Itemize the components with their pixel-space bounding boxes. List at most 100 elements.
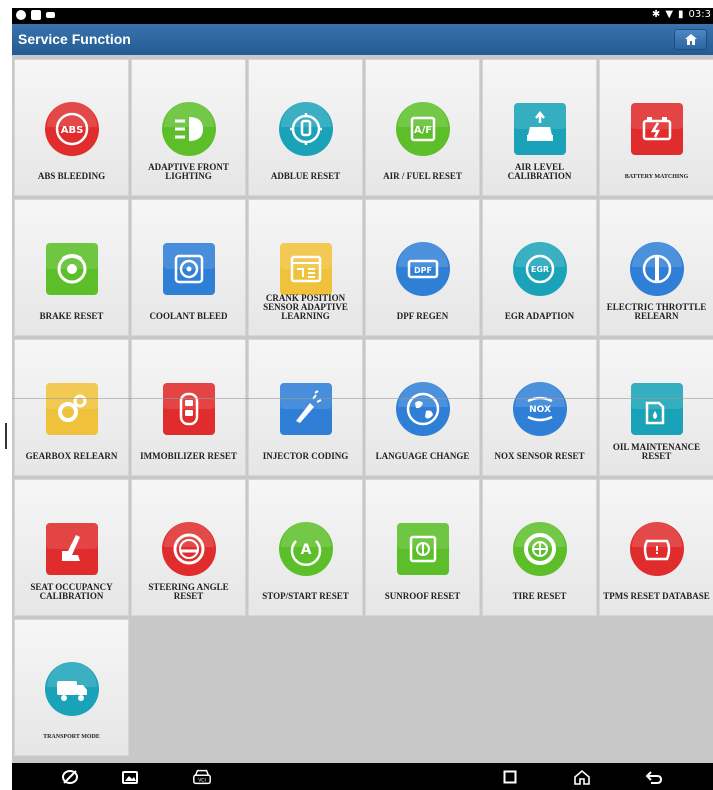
function-tile-label: ELECTRIC THROTTLE RELEARN xyxy=(606,302,707,321)
function-tile-label: DPF REGEN xyxy=(396,311,449,321)
svg-text:A/F: A/F xyxy=(413,125,431,136)
dpf-icon: DPF xyxy=(395,241,451,297)
oil-can-icon xyxy=(629,381,685,437)
function-tile-label: CRANK POSITION SENSOR ADAPTIVE LEARNING xyxy=(263,293,348,321)
back-button[interactable] xyxy=(644,768,664,786)
vci-icon: VCI xyxy=(193,769,211,785)
function-tile-injector[interactable]: INJECTOR CODING xyxy=(248,339,363,476)
function-tile-abs[interactable]: ABS ABS BLEEDING xyxy=(14,59,129,196)
svg-text:DPF: DPF xyxy=(414,266,432,275)
battery-status-icon: ▮ xyxy=(678,9,684,20)
function-tile-label: SEAT OCCUPANCY CALIBRATION xyxy=(30,582,113,601)
function-tile-label: AIR LEVEL CALIBRATION xyxy=(507,162,572,181)
function-tile-label: IMMOBILIZER RESET xyxy=(140,451,237,461)
svg-text:EGR: EGR xyxy=(530,265,548,274)
function-tile-adblue[interactable]: ADBLUE RESET xyxy=(248,59,363,196)
android-home-button[interactable] xyxy=(572,768,592,786)
battery-icon xyxy=(629,101,685,157)
function-tile-label: ABS BLEEDING xyxy=(37,171,106,181)
svg-text:!: ! xyxy=(654,544,659,557)
function-tile-label: TRANSPORT MODE xyxy=(43,734,100,740)
function-tile-label: COOLANT BLEED xyxy=(149,311,228,321)
function-tile-label: NOX SENSOR RESET xyxy=(494,451,585,461)
function-grid-area: ABS ABS BLEEDING ADAPTIVE FRONT LIGHTING AD… xyxy=(12,55,713,763)
adblue-icon xyxy=(278,101,334,157)
function-tile-label: OIL MAINTENANCE RESET xyxy=(612,442,701,461)
navigation-bar: VCI xyxy=(12,763,713,790)
tpms-icon: ! xyxy=(629,521,685,577)
function-tile-label: TIRE RESET xyxy=(512,591,567,601)
function-tile-label: BATTERY MATCHING xyxy=(624,174,689,180)
function-grid: ABS ABS BLEEDING ADAPTIVE FRONT LIGHTING AD… xyxy=(14,59,713,756)
gallery-button[interactable] xyxy=(120,768,140,786)
abs-icon: ABS xyxy=(44,101,100,157)
steering-wheel-icon xyxy=(161,521,217,577)
browser-icon xyxy=(62,770,78,784)
function-tile-start-stop[interactable]: A STOP/START RESET xyxy=(248,479,363,616)
function-tile-air-suspension[interactable]: AIR LEVEL CALIBRATION xyxy=(482,59,597,196)
screen-notification-icon xyxy=(46,12,55,18)
overlay-line xyxy=(12,398,713,399)
function-tile-tire[interactable]: TIRE RESET xyxy=(482,479,597,616)
function-tile-label: ADAPTIVE FRONT LIGHTING xyxy=(148,162,229,181)
title-bar: Service Function xyxy=(12,24,713,55)
transport-truck-icon xyxy=(44,661,100,717)
function-tile-crank-sensor[interactable]: CRANK POSITION SENSOR ADAPTIVE LEARNING xyxy=(248,199,363,336)
function-tile-label: SUNROOF RESET xyxy=(384,591,461,601)
function-tile-globe[interactable]: LANGUAGE CHANGE xyxy=(365,339,480,476)
svg-text:NOX: NOX xyxy=(529,405,551,415)
function-tile-label: STEERING ANGLE RESET xyxy=(148,582,229,601)
function-tile-seat[interactable]: SEAT OCCUPANCY CALIBRATION xyxy=(14,479,129,616)
back-icon xyxy=(645,771,663,784)
globe-icon xyxy=(395,381,451,437)
function-tile-egr[interactable]: EGR EGR ADAPTION xyxy=(482,199,597,336)
edge-marker xyxy=(5,423,7,449)
browser-button[interactable] xyxy=(60,768,80,786)
function-tile-sunroof[interactable]: SUNROOF RESET xyxy=(365,479,480,616)
system-status: ✱ ▼ ▮ 03:3 xyxy=(652,9,711,20)
sunroof-icon xyxy=(395,521,451,577)
function-tile-label: ADBLUE RESET xyxy=(270,171,341,181)
home-outline-icon xyxy=(574,769,590,785)
recent-apps-button[interactable] xyxy=(500,768,520,786)
throttle-icon xyxy=(629,241,685,297)
function-tile-label: INJECTOR CODING xyxy=(262,451,349,461)
notification-icons xyxy=(16,10,55,20)
seat-icon xyxy=(44,521,100,577)
function-tile-transport-truck[interactable]: TRANSPORT MODE xyxy=(14,619,129,756)
function-tile-oil-can[interactable]: OIL MAINTENANCE RESET xyxy=(599,339,713,476)
svg-text:VCI: VCI xyxy=(198,778,206,784)
gallery-icon xyxy=(122,770,138,784)
brake-disc-icon xyxy=(44,241,100,297)
function-tile-dpf[interactable]: DPF DPF REGEN xyxy=(365,199,480,336)
function-tile-brake-disc[interactable]: BRAKE RESET xyxy=(14,199,129,336)
function-tile-gears[interactable]: GEARBOX RELEARN xyxy=(14,339,129,476)
page-title: Service Function xyxy=(18,31,131,47)
home-button[interactable] xyxy=(674,29,707,50)
egr-icon: EGR xyxy=(512,241,568,297)
function-tile-headlight[interactable]: ADAPTIVE FRONT LIGHTING xyxy=(131,59,246,196)
function-tile-label: GEARBOX RELEARN xyxy=(25,451,118,461)
function-tile-label: EGR ADAPTION xyxy=(504,311,575,321)
coolant-fan-icon xyxy=(161,241,217,297)
air-fuel-icon: A/F xyxy=(395,101,451,157)
function-tile-tpms[interactable]: ! TPMS RESET DATABASE xyxy=(599,479,713,616)
function-tile-battery[interactable]: BATTERY MATCHING xyxy=(599,59,713,196)
image-notification-icon xyxy=(31,10,41,20)
car-key-icon xyxy=(161,381,217,437)
recent-apps-icon xyxy=(503,770,517,784)
function-tile-coolant-fan[interactable]: COOLANT BLEED xyxy=(131,199,246,336)
function-tile-label: BRAKE RESET xyxy=(39,311,104,321)
vci-button[interactable]: VCI xyxy=(192,768,212,786)
function-tile-air-fuel[interactable]: A/F AIR / FUEL RESET xyxy=(365,59,480,196)
function-tile-label: AIR / FUEL RESET xyxy=(383,171,462,181)
function-tile-car-key[interactable]: IMMOBILIZER RESET xyxy=(131,339,246,476)
injector-icon xyxy=(278,381,334,437)
crank-sensor-icon xyxy=(278,241,334,297)
function-tile-label: TPMS RESET DATABASE xyxy=(603,591,710,601)
gears-icon xyxy=(44,381,100,437)
start-stop-icon: A xyxy=(278,521,334,577)
function-tile-throttle[interactable]: ELECTRIC THROTTLE RELEARN xyxy=(599,199,713,336)
function-tile-steering-wheel[interactable]: STEERING ANGLE RESET xyxy=(131,479,246,616)
function-tile-nox[interactable]: NOX NOX SENSOR RESET xyxy=(482,339,597,476)
